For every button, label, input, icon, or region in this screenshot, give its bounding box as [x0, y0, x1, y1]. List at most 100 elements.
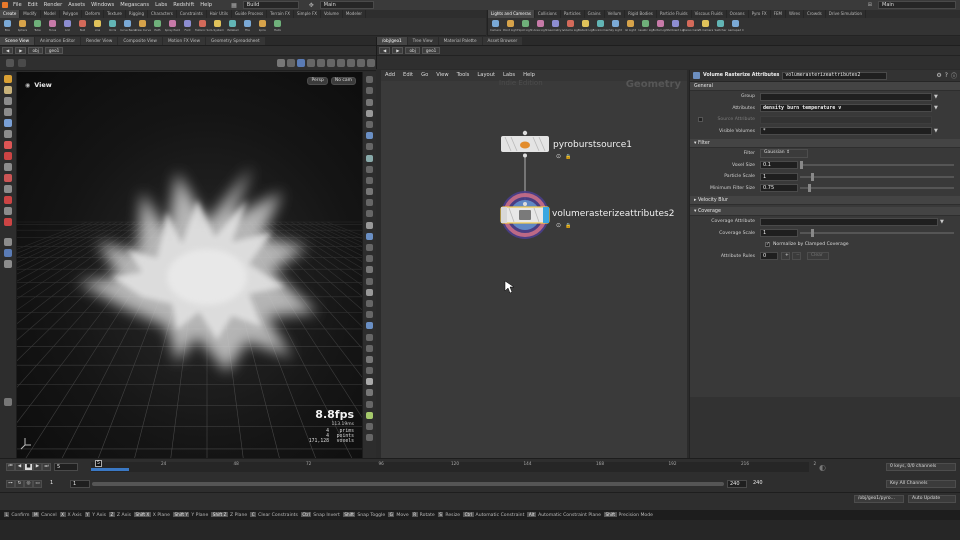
section-general[interactable]: General	[690, 82, 960, 91]
snap-icon[interactable]	[317, 59, 325, 67]
path-obj-right[interactable]: obj	[405, 47, 420, 54]
source-attribute-field[interactable]	[760, 115, 932, 124]
display-icon[interactable]	[18, 59, 26, 67]
add-rule-button[interactable]: +	[781, 252, 790, 261]
particle-scale-field[interactable]: 1	[760, 172, 798, 181]
shelf-tool-line[interactable]: Line	[90, 18, 105, 36]
display-option-icon[interactable]	[366, 132, 373, 140]
shelf-tool-draw-curve[interactable]: Draw Curve	[135, 18, 151, 36]
range-icon[interactable]: ▭	[33, 479, 42, 488]
path-back-button-right[interactable]: ◀	[379, 47, 391, 54]
pane-tab-composite-view[interactable]: Composite View	[118, 37, 162, 45]
normalize-checkbox[interactable]: ✓	[765, 242, 770, 248]
shelf-tab-particle-fluids[interactable]: Particle Fluids	[657, 10, 692, 18]
lock-icon[interactable]: 🔒	[565, 223, 571, 229]
shelf-tab-polygon[interactable]: Polygon	[60, 10, 83, 18]
end-frame-b[interactable]: 240	[751, 480, 771, 488]
shelf-tab-texture[interactable]: Texture	[104, 10, 126, 18]
audio-icon[interactable]: ◐	[819, 463, 826, 472]
voxel-size-field[interactable]: 0.1	[760, 161, 798, 170]
shelf-tab-lights-and-cameras[interactable]: Lights and Cameras	[488, 10, 535, 18]
shelf-tab-particles[interactable]: Particles	[561, 10, 585, 18]
main-dropdown-right[interactable]: Main	[878, 1, 956, 9]
display-option-icon[interactable]	[366, 400, 373, 408]
shelf-tab-viscous-fluids[interactable]: Viscous Fluids	[692, 10, 727, 18]
measure-tool-icon[interactable]	[4, 185, 12, 193]
display-option-icon[interactable]	[366, 176, 373, 184]
shelf-tool-helix[interactable]: Helix	[270, 18, 285, 36]
pane-tab-scene-view[interactable]: Scene View	[0, 37, 35, 45]
menu-labs[interactable]: Labs	[152, 0, 170, 10]
pane-tab-geometry-spreadsheet[interactable]: Geometry Spreadsheet	[206, 37, 265, 45]
pane-tab-obj-geo1[interactable]: /obj/geo1	[377, 37, 407, 45]
display-option-icon[interactable]	[366, 344, 373, 352]
shelf-tab-pyro-fx[interactable]: Pyro FX	[749, 10, 771, 18]
shelf-tab-constraints[interactable]: Constraints	[177, 10, 207, 18]
section-filter[interactable]: ▾ Filter	[690, 139, 960, 148]
key-icon[interactable]: ⊶	[6, 479, 15, 488]
play-button[interactable]: ▶	[33, 463, 42, 471]
key-all-channels-button[interactable]: Key All Channels	[886, 479, 956, 488]
voxel-size-slider[interactable]	[800, 161, 954, 170]
visible-volumes-field[interactable]: *	[760, 127, 932, 136]
lighting-icon[interactable]	[297, 59, 305, 67]
shelf-tool-file[interactable]: File	[240, 18, 255, 36]
display-option-icon[interactable]	[366, 165, 373, 173]
pin-icon[interactable]	[6, 59, 14, 67]
brush-tool-icon[interactable]	[4, 141, 12, 149]
pane-tab-motion-fx-view[interactable]: Motion FX View	[162, 37, 206, 45]
shelf-tool-environment-light[interactable]: Environment Light	[593, 18, 609, 36]
display-option-icon[interactable]	[366, 266, 373, 274]
skip-end-button[interactable]: ⏭	[42, 463, 51, 471]
shelf-tool-tube[interactable]: Tube	[30, 18, 45, 36]
pane-tab-animation-editor[interactable]: Animation Editor	[35, 37, 81, 45]
shelf-tab-rigid-bodies[interactable]: Rigid Bodies	[625, 10, 657, 18]
shelf-tool-gamepad-camera[interactable]: Gamepad Camera	[728, 18, 744, 36]
render-region-icon[interactable]	[4, 174, 12, 182]
camera-icon[interactable]	[327, 59, 335, 67]
shelf-tab-modify[interactable]: Modify	[20, 10, 41, 18]
display-option-icon[interactable]	[366, 434, 373, 442]
display-option-icon[interactable]	[366, 299, 373, 307]
shelf-tool-grid[interactable]: Grid	[60, 18, 75, 36]
node-label-volumerasterizeattributes2[interactable]: volumerasterizeattributes2	[552, 209, 674, 219]
node-label-pyroburstsource1[interactable]: pyroburstsource1	[553, 140, 632, 150]
path-forward-button-right[interactable]: ▶	[392, 47, 404, 54]
remove-rule-button[interactable]: −	[792, 252, 801, 261]
path-obj[interactable]: obj	[28, 47, 43, 54]
node-name-field[interactable]: volumerasterizeattributes2	[782, 71, 888, 80]
display-option-icon[interactable]	[366, 76, 373, 84]
dropdown-icon[interactable]: ▼	[934, 94, 938, 100]
shelf-tool-caustic-light[interactable]: Caustic Light	[638, 18, 654, 36]
pane-tab-tree-view[interactable]: Tree View	[407, 37, 438, 45]
display-option-icon[interactable]	[366, 423, 373, 430]
coverage-scale-field[interactable]: 1	[760, 229, 798, 238]
display-option-icon[interactable]	[366, 98, 373, 106]
menu-edit[interactable]: Edit	[25, 0, 41, 10]
shelf-tool-circle[interactable]: Circle	[105, 18, 120, 36]
end-frame-a[interactable]: 240	[727, 479, 747, 488]
clear-rules-button[interactable]: Clear	[807, 252, 829, 261]
min-filter-size-field[interactable]: 0.75	[760, 184, 798, 193]
shelf-tool-geometry-light[interactable]: Geometry Light	[548, 18, 564, 36]
frame-field[interactable]: 5	[54, 463, 78, 471]
path-geo[interactable]: geo1	[44, 47, 64, 54]
shelf-tool-sky-light[interactable]: Sky Light	[608, 18, 623, 36]
current-frame-marker[interactable]: 5	[95, 460, 102, 467]
lock-icon[interactable]: 🔒	[565, 154, 571, 160]
pane-tab-material-palette[interactable]: Material Palette	[438, 37, 482, 45]
dropdown-icon[interactable]: ▼	[934, 105, 938, 111]
shelf-tool-vr-camera[interactable]: VR Camera	[698, 18, 713, 36]
menu-icon[interactable]	[367, 59, 375, 67]
persp-menu[interactable]: Persp	[307, 77, 328, 85]
display-option-icon[interactable]	[366, 109, 373, 117]
display-option-icon[interactable]	[366, 411, 373, 419]
loop-icon[interactable]: ↻	[15, 479, 24, 488]
range-slider[interactable]	[92, 481, 724, 486]
shelf-tab-crowds[interactable]: Crowds	[804, 10, 826, 18]
shelf-tool-portal-light[interactable]: Portal Light	[653, 18, 668, 36]
start-frame-a[interactable]: 1	[48, 480, 68, 488]
settings-icon[interactable]	[357, 59, 365, 67]
display-option-icon[interactable]	[366, 355, 373, 363]
shelf-tool-ambient-light[interactable]: Ambient Light	[668, 18, 684, 36]
